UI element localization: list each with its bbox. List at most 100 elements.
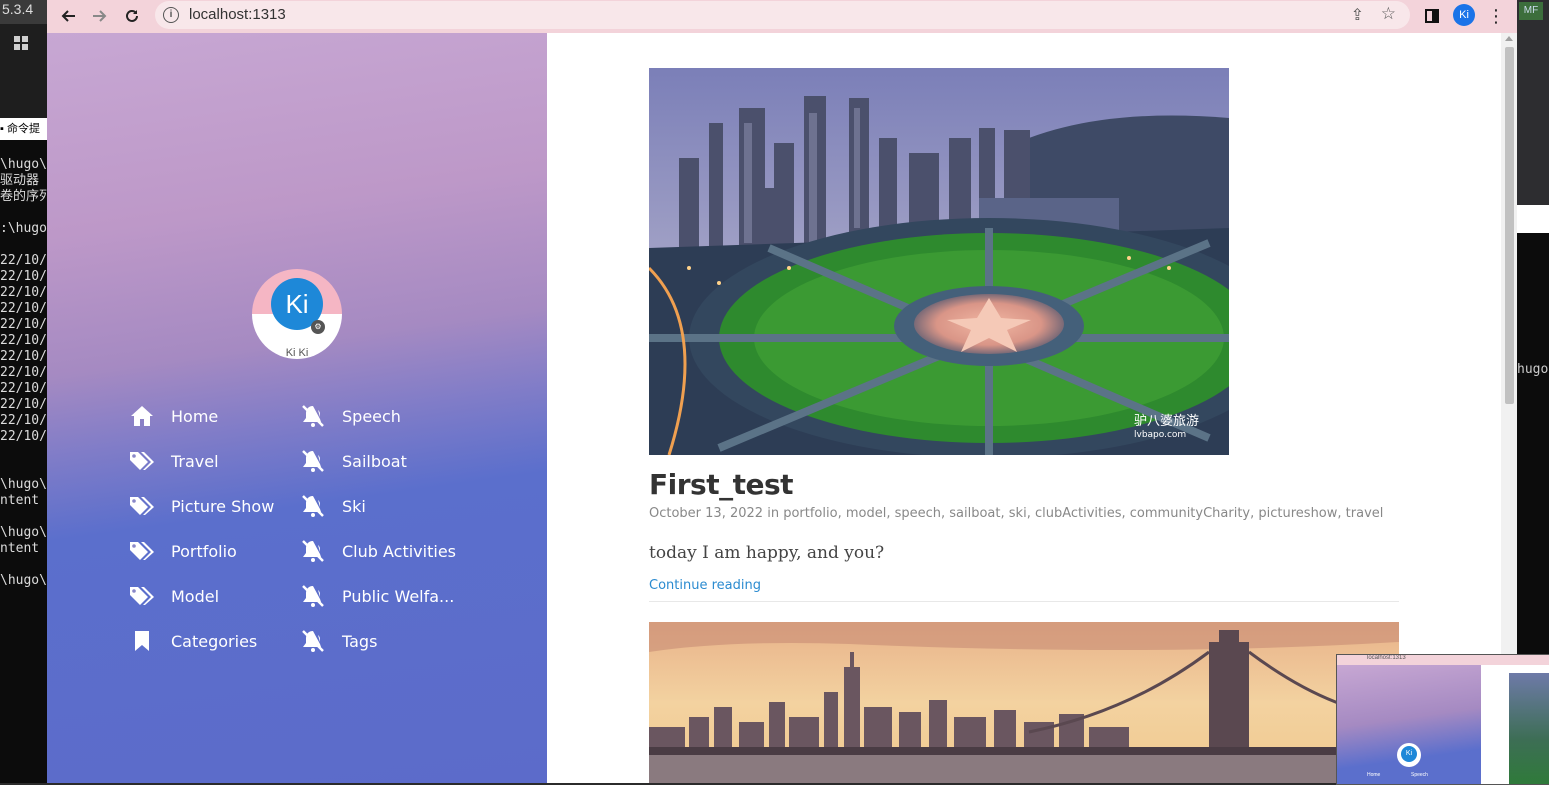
sidebar-item-label: Travel xyxy=(171,451,219,471)
sidebar-item-label: Model xyxy=(171,586,220,606)
post-tag-link[interactable]: travel xyxy=(1346,506,1384,521)
profile-avatar[interactable]: Ki xyxy=(1453,4,1475,26)
sidebar-item-label: Categories xyxy=(171,631,258,651)
back-button[interactable] xyxy=(55,3,81,29)
terminal-line: 卷的序列 xyxy=(0,189,47,204)
tag-separator: , xyxy=(1026,506,1035,521)
thumbnail-menu-speech: Speech xyxy=(1411,772,1428,778)
bell-slash-icon xyxy=(300,628,326,654)
share-icon[interactable]: ⇪ xyxy=(1351,5,1364,25)
terminal-line: \hugo\ xyxy=(0,525,47,540)
scrollbar-thumb[interactable] xyxy=(1505,47,1514,404)
sidebar-item-label: Speech xyxy=(342,406,401,426)
menu-button[interactable]: ⋮ xyxy=(1483,3,1509,29)
sidebar-item-ski[interactable]: Ski xyxy=(300,492,366,520)
sidebar-item-travel[interactable]: Travel xyxy=(129,447,219,475)
tag-separator: , xyxy=(886,506,895,521)
terminal-line: ntent xyxy=(0,541,40,556)
terminal-line: \hugo\ xyxy=(0,477,47,492)
city-bridge-photo xyxy=(649,622,1399,783)
cmd-window-titlebar[interactable]: ▪ 命令提 xyxy=(0,118,47,140)
post-image-2[interactable] xyxy=(649,622,1399,783)
sidebar-item-label: Sailboat xyxy=(342,451,407,471)
terminal-line: 22/10/ xyxy=(0,365,47,380)
url-text: localhost:1313 xyxy=(189,6,286,23)
reload-button[interactable] xyxy=(119,3,145,29)
terminal-line: 22/10/ xyxy=(0,301,47,316)
sidebar-item-public-welfa[interactable]: Public Welfa... xyxy=(300,582,454,610)
sidebar-item-speech[interactable]: Speech xyxy=(300,402,401,430)
terminal-line: 22/10/ xyxy=(0,333,47,348)
terminal-line: 22/10/ xyxy=(0,269,47,284)
avatar-name: Ki Ki xyxy=(285,347,309,359)
scroll-up-arrow-icon[interactable] xyxy=(1505,36,1513,41)
post-tag-link[interactable]: ski xyxy=(1009,506,1027,521)
window-thumbnail-preview[interactable]: localhost:1313 Ki Home Speech xyxy=(1336,654,1549,785)
terminal-line: 22/10/ xyxy=(0,381,47,396)
sidebar-item-label: Ski xyxy=(342,496,366,516)
avatar[interactable]: Ki ⚙ Ki Ki xyxy=(252,269,342,359)
forward-button[interactable] xyxy=(87,3,113,29)
sidebar-item-sailboat[interactable]: Sailboat xyxy=(300,447,407,475)
terminal-line: 22/10/ xyxy=(0,349,47,364)
thumbnail-image xyxy=(1509,673,1549,784)
post-tag-link[interactable]: clubActivities xyxy=(1035,506,1122,521)
post-image[interactable]: 驴八婆旅游 lvbapo.com xyxy=(649,68,1229,455)
browser-toolbar: i localhost:1313 ⇪ ☆ Ki ⋮ xyxy=(47,0,1517,33)
terminal-line: 22/10/ xyxy=(0,285,47,300)
terminal-line: 22/10/ xyxy=(0,429,47,444)
browser-window: i localhost:1313 ⇪ ☆ Ki ⋮ Ki ⚙ Ki Ki Hom… xyxy=(47,0,1517,783)
sidebar-item-label: Picture Show xyxy=(171,496,275,516)
continue-reading-link[interactable]: Continue reading xyxy=(649,578,761,593)
grid-icon xyxy=(14,36,30,52)
app-icon: MF xyxy=(1519,2,1543,20)
sidebar-item-label: Portfolio xyxy=(171,541,237,561)
post-excerpt: today I am happy, and you? xyxy=(649,543,885,563)
post-tag-link[interactable]: portfolio xyxy=(783,506,837,521)
tags-icon xyxy=(129,583,155,609)
terminal-area: \hugo\ 驱动器 卷的序列:\hugo 22/10/22/10/22/10/22/… xyxy=(0,140,47,783)
terminal-line: :\hugo xyxy=(0,221,47,236)
sidebar-item-club-activities[interactable]: Club Activities xyxy=(300,537,456,565)
background-terminal-left: 5.3.4 ▪ 命令提 \hugo\ 驱动器 卷的序列:\hugo 22/10/22/… xyxy=(0,0,47,783)
post-tags: portfolio, model, speech, sailboat, ski,… xyxy=(783,506,1383,521)
post-tag-link[interactable]: communityCharity xyxy=(1130,506,1250,521)
side-panel-button[interactable] xyxy=(1419,3,1445,29)
city-aerial-photo: 驴八婆旅游 lvbapo.com xyxy=(649,68,1229,455)
bell-slash-icon xyxy=(300,583,326,609)
kebab-menu-icon: ⋮ xyxy=(1487,6,1505,26)
sidebar-item-label: Public Welfa... xyxy=(342,586,455,606)
bell-slash-icon xyxy=(300,538,326,564)
watermark-text: 驴八婆旅游 xyxy=(1134,413,1199,429)
address-bar[interactable]: i localhost:1313 ⇪ ☆ xyxy=(155,1,1410,29)
tag-separator: , xyxy=(837,506,846,521)
sidebar-item-home[interactable]: Home xyxy=(129,402,218,430)
watermark-url: lvbapo.com xyxy=(1134,430,1186,440)
tag-separator: , xyxy=(1121,506,1130,521)
post-tag-link[interactable]: model xyxy=(846,506,886,521)
post-title[interactable]: First_test xyxy=(649,468,794,501)
sidebar-item-tags[interactable]: Tags xyxy=(300,627,377,655)
sidebar-item-categories[interactable]: Categories xyxy=(129,627,257,655)
sidebar-item-portfolio[interactable]: Portfolio xyxy=(129,537,237,565)
post-tag-link[interactable]: sailboat xyxy=(949,506,1000,521)
post-date: October 13, 2022 xyxy=(649,506,764,521)
terminal-line: 22/10/ xyxy=(0,413,47,428)
sidebar-item-label: Club Activities xyxy=(342,541,456,561)
sidebar-item-model[interactable]: Model xyxy=(129,582,219,610)
post-tag-link[interactable]: pictureshow xyxy=(1258,506,1337,521)
bookmark-star-icon[interactable]: ☆ xyxy=(1381,4,1396,24)
sidebar-item-picture-show[interactable]: Picture Show xyxy=(129,492,274,520)
site-info-icon[interactable]: i xyxy=(163,7,179,23)
tags-icon xyxy=(129,493,155,519)
post-divider xyxy=(649,601,1399,602)
thumbnail-menu-home: Home xyxy=(1367,772,1381,778)
cmd-window-title: 命令提 xyxy=(6,123,40,135)
thumbnail-url: localhost:1313 xyxy=(1367,655,1406,661)
version-label: 5.3.4 xyxy=(0,0,47,24)
post-tag-link[interactable]: speech xyxy=(895,506,941,521)
thumbnail-avatar: Ki xyxy=(1397,743,1421,767)
terminal-line: 22/10/ xyxy=(0,397,47,412)
terminal-line: 22/10/ xyxy=(0,253,47,268)
bell-slash-icon xyxy=(300,448,326,474)
